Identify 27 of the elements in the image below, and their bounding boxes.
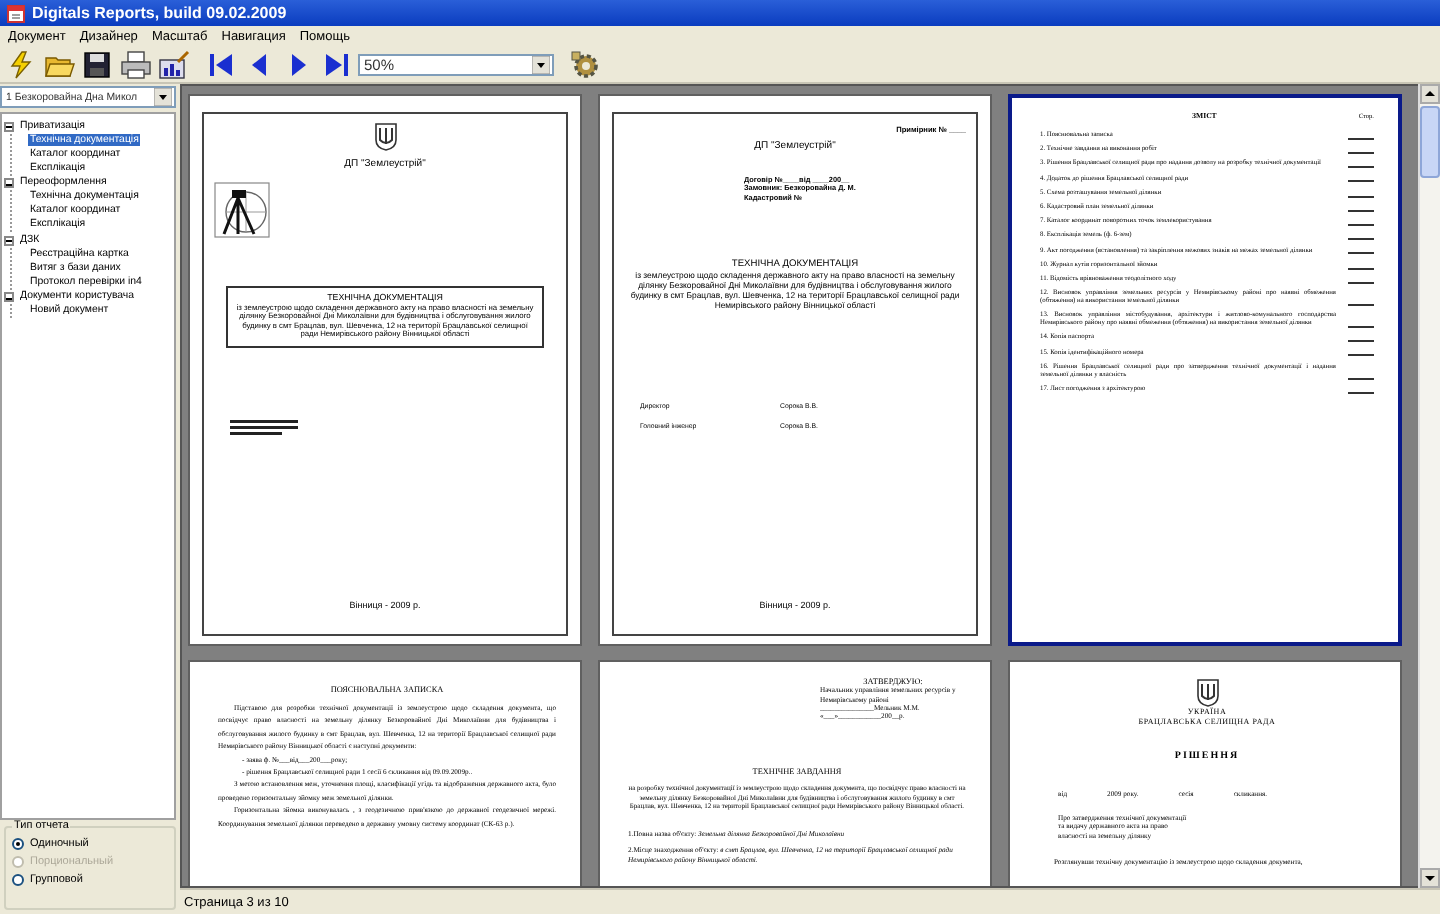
save-icon[interactable] [82,49,114,79]
document-page[interactable] [1008,94,1402,646]
expand-toggle-icon[interactable] [4,235,14,245]
stamp-text-drawing [230,419,298,436]
document-page[interactable] [598,94,992,646]
window-title: Digitals Reports, build 09.02.2009 [32,4,287,22]
document-page[interactable] [188,94,582,646]
app-icon [6,3,26,23]
coat-of-arms-icon [1195,678,1219,708]
surveyor-logo-drawing [214,182,270,238]
dropdown-arrow-icon[interactable] [532,55,550,73]
scroll-thumb[interactable] [1420,106,1440,178]
vertical-scrollbar[interactable] [1418,84,1440,888]
chart-edit-icon[interactable] [158,49,190,79]
first-page-icon[interactable] [206,49,238,79]
coat-of-arms-icon [373,122,397,152]
radio-button[interactable] [12,874,24,886]
expand-toggle-icon[interactable] [4,121,14,131]
expand-toggle-icon[interactable] [4,178,14,188]
gear-icon[interactable] [570,49,602,79]
expand-toggle-icon[interactable] [4,292,14,302]
printer-icon[interactable] [120,49,152,79]
scroll-up-icon[interactable] [1420,84,1440,104]
radio-button[interactable] [12,838,24,850]
scroll-down-icon[interactable] [1420,868,1440,888]
dropdown-arrow-icon[interactable] [154,88,172,106]
last-page-icon[interactable] [320,49,352,79]
